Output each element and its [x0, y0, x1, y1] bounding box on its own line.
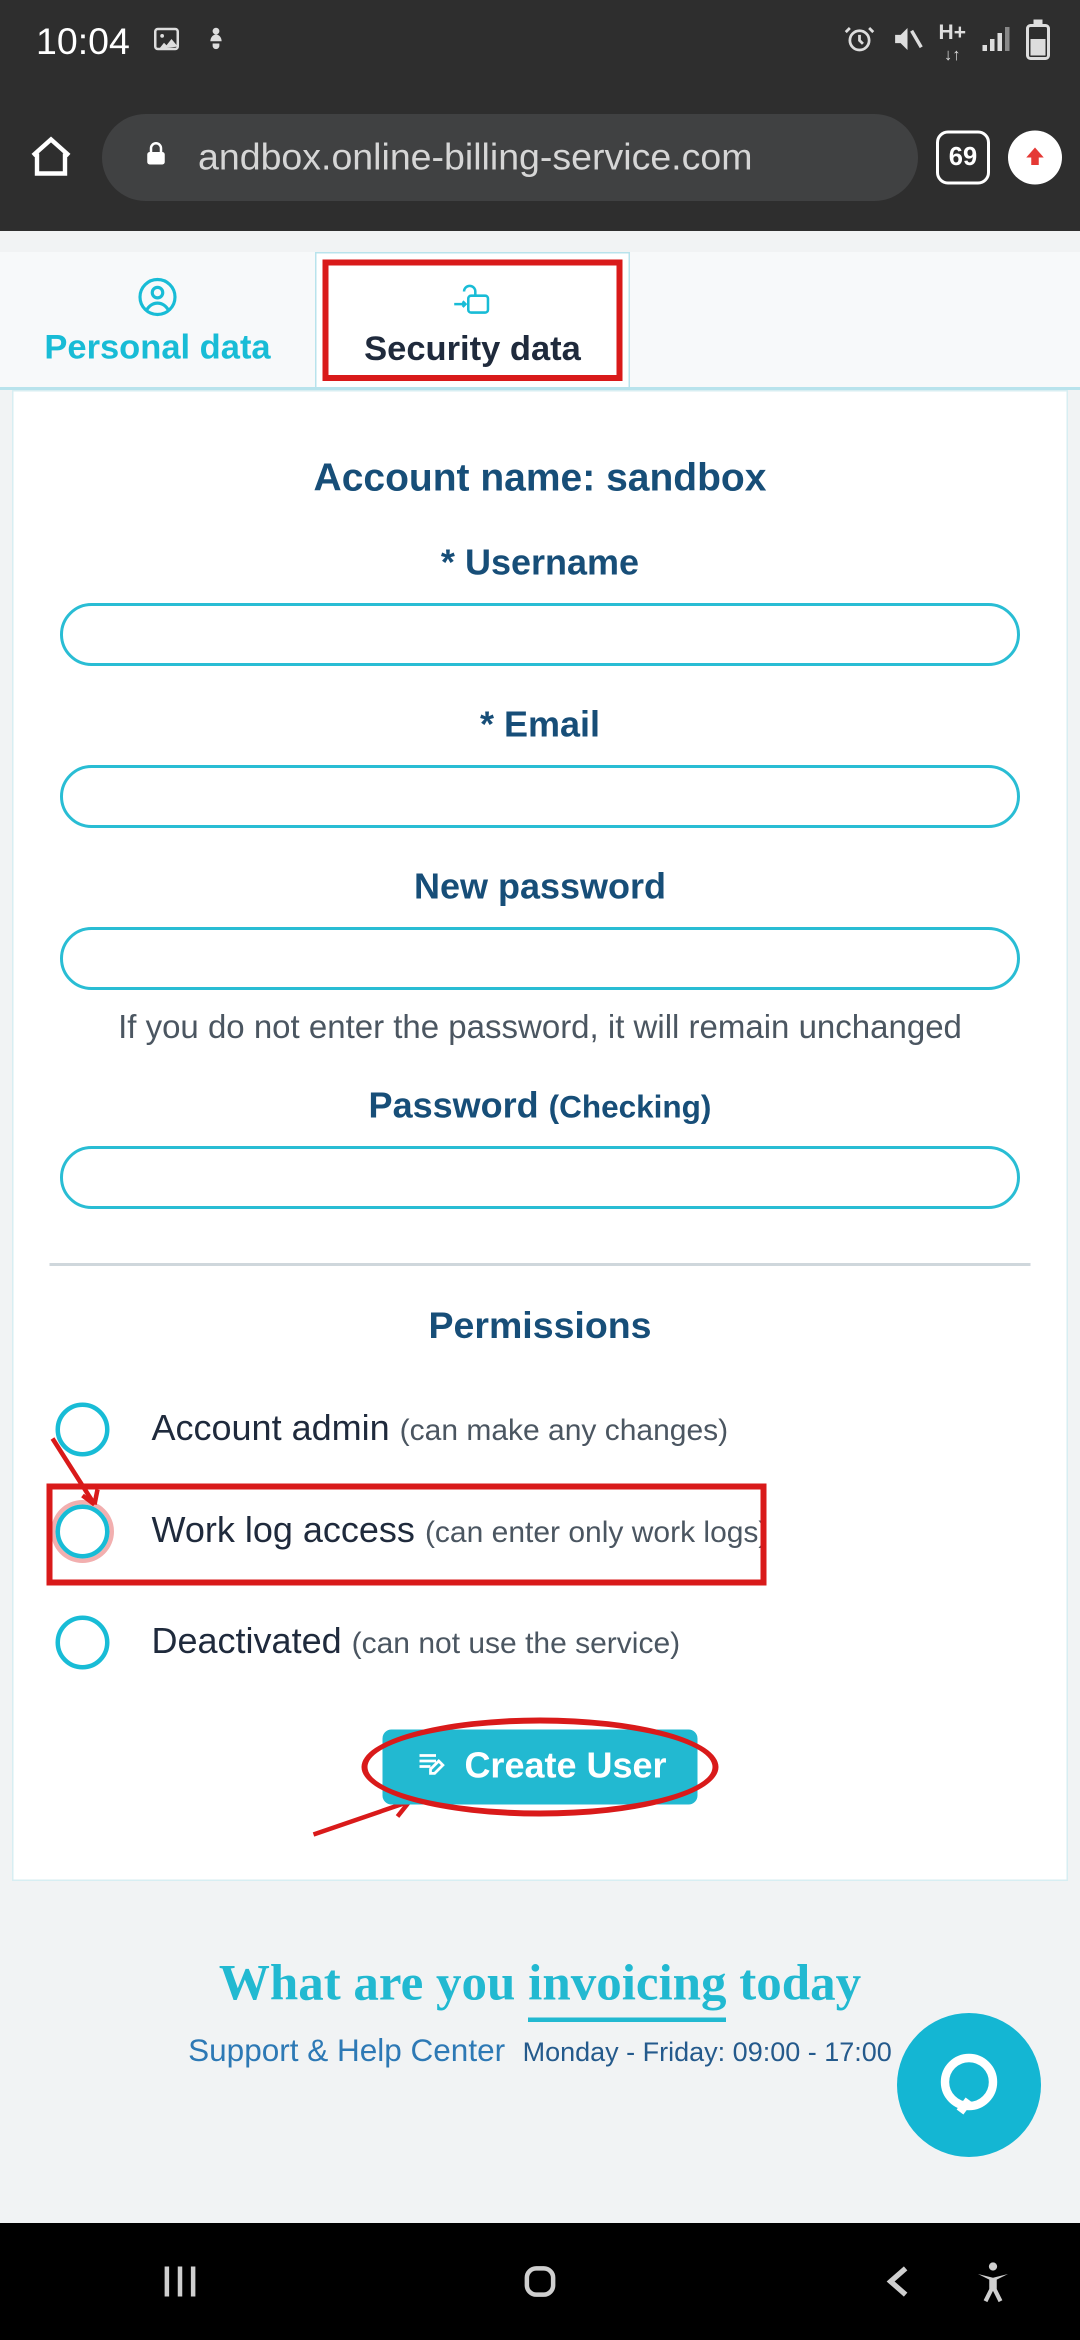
vibrate-mute-icon: [891, 23, 924, 62]
username-input[interactable]: [60, 603, 1020, 666]
permission-option-deactivated[interactable]: Deactivated (can not use the service): [50, 1597, 1031, 1687]
tab-strip: Personal data Security data: [0, 252, 1080, 390]
permission-option-admin[interactable]: Account admin (can make any changes): [50, 1384, 1031, 1474]
new-password-label: New password: [50, 867, 1031, 909]
tab-label: Personal data: [44, 327, 270, 366]
email-input[interactable]: [60, 765, 1020, 828]
username-label: * Username: [50, 543, 1031, 585]
permissions-header: Permissions: [50, 1304, 1031, 1348]
password-hint: If you do not enter the password, it wil…: [50, 1008, 1031, 1047]
padlock-open-icon: [317, 278, 629, 320]
nav-home-button[interactable]: [480, 2259, 600, 2304]
image-notification-icon: [151, 24, 181, 60]
divider: [50, 1263, 1031, 1265]
browser-toolbar: andbox.online-billing-service.com 69: [0, 84, 1080, 231]
url-bar[interactable]: andbox.online-billing-service.com: [102, 114, 918, 201]
edit-icon: [413, 1745, 446, 1789]
browser-menu-button[interactable]: [1008, 131, 1062, 185]
tab-label: Security data: [364, 329, 581, 368]
password-check-input[interactable]: [60, 1146, 1020, 1209]
permission-option-worklog[interactable]: Work log access (can enter only work log…: [50, 1486, 1031, 1576]
user-icon: [0, 276, 315, 318]
radio-unchecked-icon: [56, 1615, 110, 1669]
tab-security-data[interactable]: Security data: [315, 252, 630, 387]
password-check-label: Password (Checking): [50, 1086, 1031, 1128]
radio-unchecked-icon: [56, 1402, 110, 1456]
clock: 10:04: [36, 20, 130, 64]
nav-recents-button[interactable]: [120, 2259, 240, 2304]
account-name-line: Account name: sandbox: [50, 455, 1031, 502]
app-notification-icon: [202, 24, 229, 60]
email-label: * Email: [50, 705, 1031, 747]
alarm-icon: [843, 23, 876, 62]
battery-icon: [1026, 24, 1050, 60]
tab-count-button[interactable]: 69: [936, 131, 990, 185]
android-nav-bar: [0, 2223, 1080, 2340]
create-user-label: Create User: [464, 1745, 666, 1787]
create-user-button[interactable]: Create User: [383, 1729, 698, 1804]
status-bar: 10:04 H+↓↑: [0, 0, 1080, 84]
chat-fab[interactable]: [897, 2013, 1041, 2157]
nav-accessibility-button[interactable]: [933, 2259, 1053, 2304]
signal-icon: [981, 24, 1011, 60]
browser-home-button[interactable]: [18, 125, 84, 191]
security-form: Account name: sandbox * Username * Email…: [12, 390, 1068, 1880]
radio-unchecked-icon: [56, 1504, 110, 1558]
tab-personal-data[interactable]: Personal data: [0, 252, 315, 387]
network-type-icon: H+↓↑: [939, 20, 966, 64]
url-text: andbox.online-billing-service.com: [198, 136, 752, 180]
tagline: What are you invoicing today: [0, 1955, 1080, 2012]
lock-icon: [141, 136, 171, 180]
new-password-input[interactable]: [60, 927, 1020, 990]
